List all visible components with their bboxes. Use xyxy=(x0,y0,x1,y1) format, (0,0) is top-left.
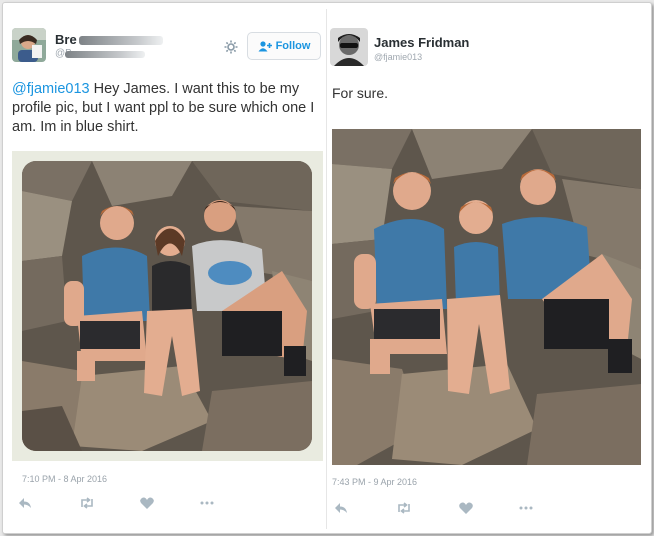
tweet-comparison-frame: Bre @B Follow @fjamie013 Hey James. I wa… xyxy=(2,2,652,534)
gear-icon[interactable] xyxy=(223,39,239,55)
reply-icon[interactable] xyxy=(17,496,33,510)
tweet-text: For sure. xyxy=(332,85,389,101)
tweet-photo[interactable] xyxy=(22,161,312,451)
like-icon[interactable] xyxy=(139,496,155,510)
tweet-text-line-2: profile pic, but I want ppl to be sure w… xyxy=(12,100,315,116)
like-icon[interactable] xyxy=(458,501,474,515)
tweet-text-line-3: am. Im in blue shirt. xyxy=(12,119,139,135)
tweet-actions xyxy=(333,501,533,515)
tweet-text: @fjamie013 Hey James. I want this to be … xyxy=(12,80,324,137)
tweet-timestamp[interactable]: 7:43 PM - 9 Apr 2016 xyxy=(332,477,417,487)
handle-redaction xyxy=(65,51,145,58)
more-icon[interactable] xyxy=(518,501,534,515)
avatar[interactable] xyxy=(12,28,46,62)
original-tweet: Bre @B Follow @fjamie013 Hey James. I wa… xyxy=(3,3,326,533)
author-handle[interactable]: @fjamie013 xyxy=(374,52,422,62)
reply-tweet: James Fridman @fjamie013 For sure. 7:43 … xyxy=(327,3,651,533)
follow-button[interactable]: Follow xyxy=(247,32,321,60)
avatar[interactable] xyxy=(330,28,368,66)
follow-person-icon xyxy=(258,40,272,51)
mention-link[interactable]: @fjamie013 xyxy=(12,81,90,97)
retweet-icon[interactable] xyxy=(79,496,95,510)
tweet-photo[interactable] xyxy=(332,129,641,465)
tweet-timestamp[interactable]: 7:10 PM - 8 Apr 2016 xyxy=(22,474,107,484)
author-name[interactable]: James Fridman xyxy=(374,35,469,50)
name-redaction xyxy=(79,36,163,45)
follow-label: Follow xyxy=(275,40,311,52)
tweet-actions xyxy=(17,496,217,510)
retweet-icon[interactable] xyxy=(396,501,412,515)
author-name[interactable]: Bre xyxy=(55,32,77,47)
more-icon[interactable] xyxy=(199,496,215,510)
tweet-text-line-1: Hey James. I want this to be my xyxy=(89,81,300,97)
reply-icon[interactable] xyxy=(333,501,349,515)
